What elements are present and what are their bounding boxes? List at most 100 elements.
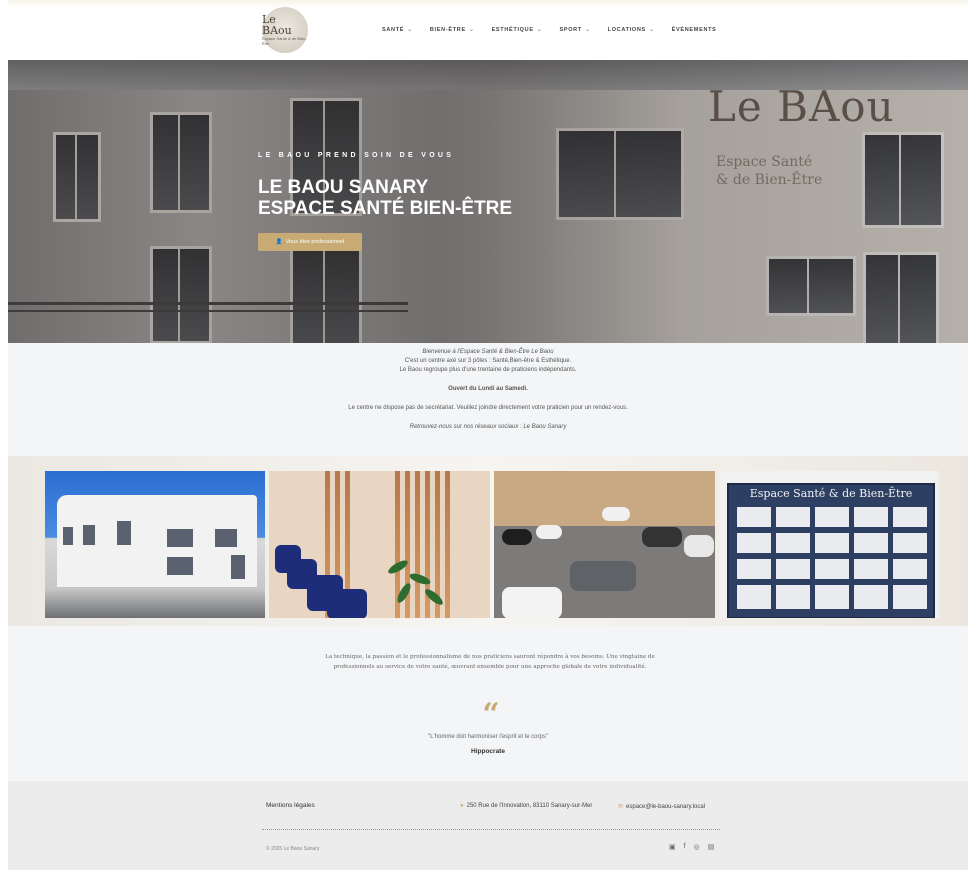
board-cell [854,507,888,527]
logo-text: Le BAou [262,13,292,37]
intro-text: C'est un centre axé sur 3 pôles : Santé,… [404,358,572,364]
social-text[interactable]: Retrouvez-nous sur nos réseaux sociaux :… [8,423,968,432]
board-cell [854,585,888,609]
nav-label: SANTÉ [382,26,405,33]
button-label: Vous êtes professionnel [285,239,345,245]
linkedin-icon[interactable]: ▤ [708,843,715,851]
board-title: Espace Santé & de Bien-Être [749,487,913,500]
site-header: Le BAou Espace Santé & de Bien-Être SANT… [8,0,968,60]
nav-item-locations[interactable]: LOCATIONS ⌄ [607,26,655,34]
welcome-text: Bienvenue à l'Espace Santé & Bien-Être L… [422,349,554,355]
footer-email[interactable]: ✉ espace@le-baou-sanary.local [618,803,706,811]
instagram-icon[interactable]: ◎ [694,843,700,851]
building-sign: Le BAou [708,82,895,131]
gallery-photo-directory-board[interactable]: Espace Santé & de Bien-Être [719,471,939,618]
building-sign-sub: Espace Santé & de Bien-Être [716,153,822,189]
board-cell [815,533,849,553]
hero-title-line: LE BAOU SANARY [258,177,429,198]
opening-hours: Ouvert du Lundi au Samedi. [448,386,528,392]
nav-item-evenements[interactable]: ÉVÉNEMENTS [672,26,717,33]
main-nav: SANTÉ ⌄ BIEN-ÊTRE ⌄ ESTHÉTIQUE ⌄ SPORT ⌄ LOC… [382,26,734,34]
envelope-icon: ✉ [618,804,624,810]
parked-car [684,535,714,557]
board-cell [737,507,771,527]
social-links: ▣ f ◎ ▤ [669,843,714,851]
intro-text: Le Baou regroupe plus d'une trentaine de… [399,367,577,373]
hero-title: LE BAOU SANARY ESPACE SANTÉ BIEN-ÊTRE [258,177,512,219]
building-window [167,557,193,575]
footer-divider [262,829,720,830]
map-pin-icon: ● [460,803,464,809]
copyright: © 2025 Le Baou Sanary [266,846,320,852]
email-text: espace@le-baou-sanary.local [626,803,706,810]
building-window [117,521,131,545]
facebook-icon[interactable]: f [684,843,686,851]
chevron-down-icon: ⌄ [468,27,475,33]
quote-author: Hippocrate [471,748,505,755]
board-cell [815,559,849,579]
intro-section: Bienvenue à l'Espace Santé & Bien-Être L… [8,343,968,432]
nav-label: ÉVÉNEMENTS [671,26,717,33]
board-cell [737,559,771,579]
board-cell [737,585,771,609]
board-cell [815,585,849,609]
instagram-icon[interactable]: ▣ [669,843,676,851]
team-blurb: La technique, la passion et le professio… [325,654,655,670]
address-text: 250 Rue de l'Innovation, 83110 Sanary-su… [466,803,593,809]
board-cell [776,533,810,553]
blue-chair [327,589,367,618]
hero-kicker: LE BAOU PREND SOIN DE VOUS [258,152,455,159]
sign-line: Espace Santé [716,154,813,170]
building-window [167,529,193,547]
chevron-down-icon: ⌄ [584,27,591,33]
chevron-down-icon: ⌄ [407,27,413,33]
board-cell [893,533,927,553]
quote-icon: “ [482,697,500,732]
site-logo[interactable]: Le BAou Espace Santé & de Bien-Être [262,7,308,53]
logo-subtitle: Espace Santé & de Bien-Être [262,36,307,46]
building-window [63,527,73,545]
nav-item-esthetique[interactable]: ESTHÉTIQUE ⌄ [491,26,543,34]
board-cell [776,507,810,527]
wood-slat [445,471,450,618]
gallery-photo-building[interactable] [45,471,265,618]
board-cell [893,585,927,609]
professional-button[interactable]: 👤 Vous êtes professionnel [258,233,362,251]
chevron-down-icon: ⌄ [648,27,655,33]
building-window [215,529,237,547]
board-cell [776,585,810,609]
parked-car [502,587,562,618]
nav-label: ESTHÉTIQUE [491,26,534,33]
board-cell [776,559,810,579]
parked-car [602,507,630,521]
nav-label: BIEN-ÊTRE [429,26,466,33]
board-cell [815,507,849,527]
nav-item-sport[interactable]: SPORT ⌄ [559,26,591,34]
board-cell [737,533,771,553]
board-cell [893,559,927,579]
hero-title-line: ESPACE SANTÉ BIEN-ÊTRE [258,198,513,219]
hero-banner: Le BAou Espace Santé & de Bien-Être LE B… [8,60,968,343]
parked-car [642,527,682,547]
gallery-photo-waiting-room[interactable] [269,471,490,618]
secretariat-notice: Le centre ne dispose pas de secrétariat.… [348,405,628,411]
site-footer [8,781,968,870]
wood-slat [415,471,420,618]
footer-address: ● 250 Rue de l'Innovation, 83110 Sanary-… [460,803,592,809]
nav-item-bien-etre[interactable]: BIEN-ÊTRE ⌄ [429,26,475,34]
board-cell [893,507,927,527]
parked-car [502,529,532,545]
user-icon: 👤 [275,239,283,245]
parked-car [570,561,636,591]
building-door [231,555,245,579]
building-window [83,525,95,545]
gallery-photo-parking[interactable] [494,471,715,618]
chevron-down-icon: ⌄ [536,27,543,33]
nav-label: LOCATIONS [607,26,646,33]
sign-line: & de Bien-Être [716,172,823,188]
directory-board: Espace Santé & de Bien-Être [727,483,935,618]
parked-car [536,525,562,539]
nav-item-sante[interactable]: SANTÉ ⌄ [382,26,413,34]
board-cell [854,559,888,579]
legal-link[interactable]: Mentions légales [266,802,315,809]
